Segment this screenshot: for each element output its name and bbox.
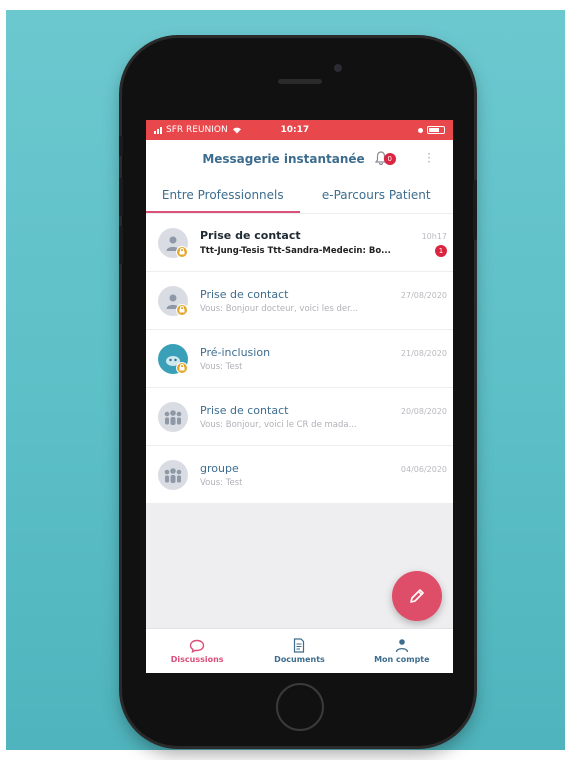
mute-switch bbox=[119, 136, 123, 156]
pencil-icon bbox=[410, 589, 424, 603]
nav-mon-compte[interactable]: Mon compte bbox=[351, 629, 453, 673]
nav-discussions[interactable]: Discussions bbox=[146, 629, 248, 673]
volume-down-button bbox=[119, 226, 123, 264]
list-item[interactable]: groupe 04/06/2020 Vous: Test bbox=[146, 446, 453, 504]
avatar bbox=[158, 285, 188, 316]
page-title: Messagerie instantanée bbox=[202, 152, 365, 166]
tab-e-parcours-patient[interactable]: e-Parcours Patient bbox=[300, 178, 454, 213]
tab-entre-professionnels[interactable]: Entre Professionnels bbox=[146, 178, 300, 213]
app-header: Messagerie instantanée 0 · · · bbox=[146, 140, 453, 178]
new-message-button[interactable] bbox=[392, 571, 442, 621]
signal-icon bbox=[154, 126, 162, 134]
tab-bar: Entre Professionnels e-Parcours Patient bbox=[146, 178, 453, 214]
list-item[interactable]: Pré-inclusion 21/08/2020 Vous: Test bbox=[146, 330, 453, 388]
conversation-title: Prise de contact bbox=[200, 228, 301, 242]
list-item[interactable]: Prise de contact 27/08/2020 Vous: Bonjou… bbox=[146, 272, 453, 330]
wifi-icon bbox=[232, 127, 241, 134]
user-icon bbox=[395, 639, 408, 653]
group-icon bbox=[164, 467, 182, 483]
earpiece-speaker bbox=[278, 79, 322, 84]
more-options-icon[interactable]: · · · bbox=[427, 148, 431, 168]
nav-documents-label: Documents bbox=[274, 655, 325, 664]
power-button bbox=[473, 180, 477, 240]
list-item[interactable]: Prise de contact 20/08/2020 Vous: Bonjou… bbox=[146, 388, 453, 446]
volume-up-button bbox=[119, 178, 123, 216]
conversation-preview: Ttt-Jung-Tesis Ttt-Sandra-Medecin: Bo... bbox=[200, 245, 391, 256]
lock-badge-icon bbox=[176, 361, 188, 374]
document-icon bbox=[294, 638, 305, 653]
front-camera bbox=[334, 64, 342, 72]
status-bar: SFR REUNION 10:17 bbox=[146, 120, 453, 140]
unread-badge: 1 bbox=[435, 244, 447, 257]
avatar bbox=[158, 343, 188, 374]
avatar bbox=[158, 401, 188, 432]
notifications-button[interactable]: 0 bbox=[374, 150, 397, 168]
list-item[interactable]: Prise de contact 10h17 Ttt-Jung-Tesis Tt… bbox=[146, 214, 453, 272]
conversation-time: 20/08/2020 bbox=[400, 406, 447, 416]
lock-badge-icon bbox=[176, 245, 188, 258]
notification-badge: 0 bbox=[383, 153, 396, 165]
battery-icon bbox=[426, 126, 445, 134]
conversation-time: 10h17 bbox=[421, 231, 447, 241]
bottom-navigation: Discussions Documents Mon compte bbox=[146, 628, 453, 673]
nav-discussions-label: Discussions bbox=[170, 654, 224, 664]
conversation-time: 21/08/2020 bbox=[400, 348, 447, 358]
conversation-preview: Vous: Test bbox=[200, 477, 243, 488]
home-button[interactable] bbox=[276, 683, 324, 731]
conversation-title: Prise de contact bbox=[200, 403, 289, 417]
app-screen: SFR REUNION 10:17 Messagerie instantanée… bbox=[146, 120, 453, 673]
conversation-title: Prise de contact bbox=[200, 287, 289, 301]
avatar bbox=[158, 227, 188, 258]
avatar bbox=[158, 459, 188, 490]
location-icon bbox=[417, 127, 423, 133]
conversation-title: Pré-inclusion bbox=[200, 345, 271, 359]
nav-documents[interactable]: Documents bbox=[248, 629, 350, 673]
conversation-time: 27/08/2020 bbox=[400, 290, 447, 300]
conversation-preview: Vous: Bonjour docteur, voici les der... bbox=[200, 303, 358, 314]
chat-bubble-icon bbox=[189, 639, 205, 653]
conversation-title: groupe bbox=[200, 461, 239, 475]
conversation-list: Prise de contact 10h17 Ttt-Jung-Tesis Tt… bbox=[146, 214, 453, 504]
conversation-preview: Vous: Bonjour, voici le CR de mada... bbox=[200, 419, 357, 430]
conversation-preview: Vous: Test bbox=[200, 361, 243, 372]
conversation-time: 04/06/2020 bbox=[400, 464, 447, 474]
nav-mon-compte-label: Mon compte bbox=[374, 655, 430, 664]
group-icon bbox=[164, 409, 182, 425]
status-time: 10:17 bbox=[280, 125, 310, 135]
lock-badge-icon bbox=[176, 303, 188, 316]
carrier-name: SFR REUNION bbox=[166, 125, 228, 135]
